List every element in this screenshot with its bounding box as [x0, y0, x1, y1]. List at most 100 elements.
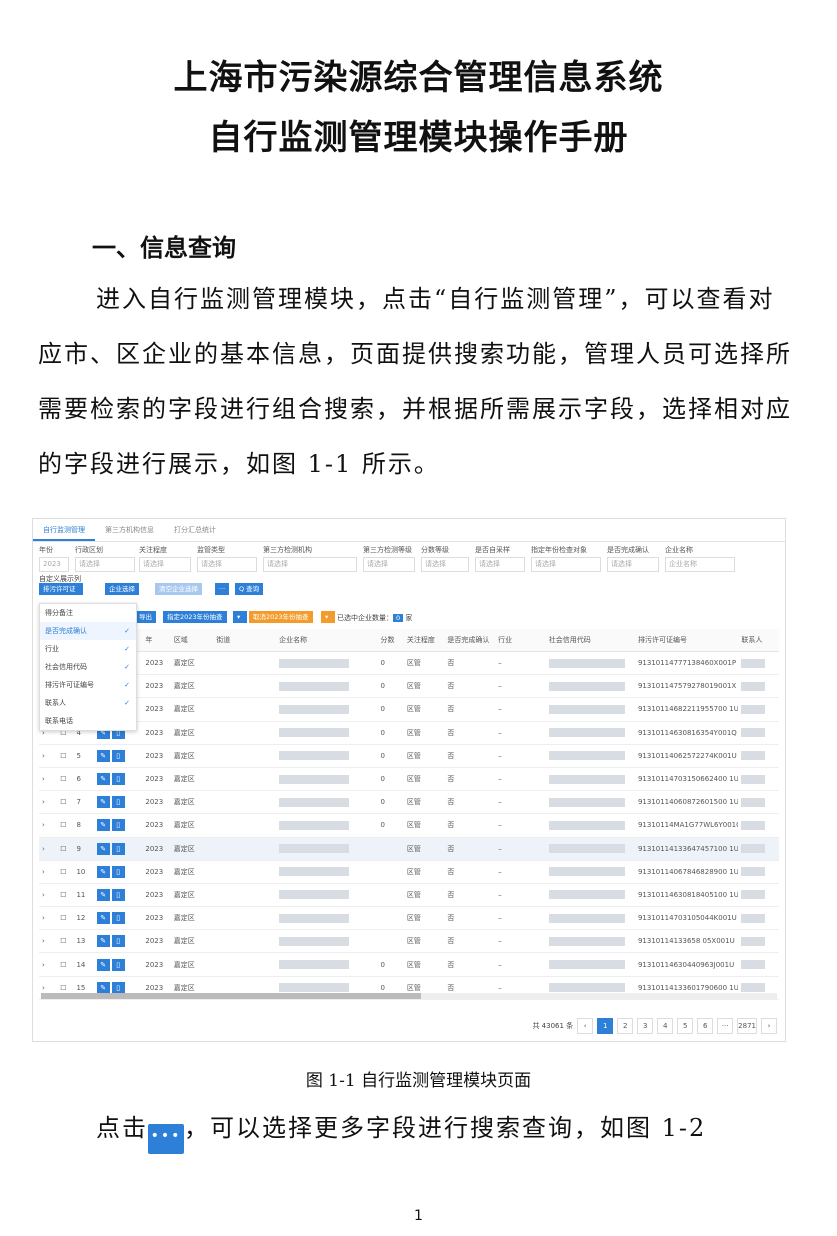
expand-icon[interactable]: ›	[39, 813, 58, 838]
company-select-button[interactable]: 企业选择	[105, 583, 139, 595]
document-icon[interactable]: ▯	[111, 796, 125, 809]
table-row[interactable]: › ☐ 6 ✎ ▯ 2023 嘉定区 0 区管否 – 91310114703150662400 1U	[39, 767, 779, 792]
table-row[interactable]: › ☐ 14 ✎ ▯ 2023 嘉定区 0 区管否 – 91310114630440963J001U	[39, 952, 779, 977]
row-checkbox[interactable]: ☐	[57, 813, 74, 838]
page-button[interactable]: 2871	[737, 1018, 757, 1034]
expand-icon[interactable]: ›	[39, 883, 58, 908]
query-button[interactable]: Q 查询	[235, 583, 264, 595]
row-checkbox[interactable]: ☐	[57, 906, 74, 931]
page-button[interactable]: 1	[597, 1018, 614, 1034]
table-row[interactable]: › ☐ 5 ✎ ▯ 2023 嘉定区 0 区管否 – 91310114062572274K001U	[39, 744, 779, 768]
table-row[interactable]: › ☐ 13 ✎ ▯ 2023 嘉定区 区管否 – 91310114133658 05X001U	[39, 929, 779, 954]
table-row[interactable]: › ☐ 7 ✎ ▯ 2023 嘉定区 0 区管否 – 91310114060872601500 1U	[39, 790, 779, 815]
table-row[interactable]: › ☐ 8 ✎ ▯ 2023 嘉定区 0 区管否 – 91310114MA1G77WL6Y001Q	[39, 813, 779, 838]
filter-select[interactable]: 2023	[39, 557, 69, 572]
filter-select[interactable]: 请选择	[139, 557, 191, 572]
edit-icon[interactable]: ✎	[96, 796, 110, 809]
filter-select[interactable]: 请选择	[607, 557, 659, 572]
expand-icon[interactable]: ›	[39, 952, 58, 977]
column-option[interactable]: 得分备注	[40, 604, 136, 622]
more-fields-button[interactable]: ···	[215, 583, 230, 595]
filter-select[interactable]: 请选择	[75, 557, 135, 572]
clear-company-button[interactable]: 清空企业选择	[155, 583, 202, 595]
table-row[interactable]: › ☐ 9 ✎ ▯ 2023 嘉定区 区管否 – 91310114133647457100 1U	[39, 837, 779, 861]
tab-1[interactable]: 自行监测管理	[33, 519, 95, 541]
table-row[interactable]: › ☐ 4 ✎ ▯ 2023 嘉定区 0 区管否 –91310114630816354Y001Q	[39, 721, 779, 745]
expand-icon[interactable]: ›	[39, 929, 58, 954]
document-icon[interactable]: ▯	[111, 842, 125, 855]
expand-icon[interactable]: ›	[39, 767, 58, 792]
document-icon[interactable]: ▯	[111, 773, 125, 786]
document-icon[interactable]: ▯	[111, 958, 125, 971]
filter-select[interactable]: 请选择	[531, 557, 601, 572]
document-icon[interactable]: ▯	[111, 819, 125, 832]
row-checkbox[interactable]: ☐	[57, 929, 74, 954]
table-row[interactable]: › ☐ 10 ✎ ▯ 2023 嘉定区 区管否 – 91310114067846828900 1U	[39, 860, 779, 884]
column-option[interactable]: 排污许可证编号 ✓	[40, 676, 136, 694]
document-icon[interactable]: ▯	[111, 912, 125, 925]
page-button[interactable]: 5	[677, 1018, 694, 1034]
edit-icon[interactable]: ✎	[96, 865, 110, 878]
edit-icon[interactable]: ✎	[96, 958, 110, 971]
document-icon[interactable]: ▯	[111, 935, 125, 948]
assign-dropdown-button[interactable]: ▾	[233, 611, 247, 623]
table-row[interactable]: ›☐3✎▯2023嘉定区0区管否–91310114682211955700 1U	[39, 697, 779, 722]
table-row[interactable]: ›☐1✎▯2023嘉定区0区管否–91310114777138460X001P	[39, 651, 779, 676]
table-row[interactable]: › ☐ 12 ✎ ▯ 2023 嘉定区 区管否 – 91310114703105044K001U	[39, 906, 779, 931]
assign-sampling-button[interactable]: 指定2023年份抽查	[163, 611, 227, 623]
page-button[interactable]: 3	[637, 1018, 654, 1034]
filter-select[interactable]: 请选择	[197, 557, 257, 572]
expand-icon[interactable]: ›	[39, 906, 58, 931]
column-option[interactable]: 联系电话	[40, 712, 136, 730]
tab-3[interactable]: 打分汇总统计	[164, 519, 226, 541]
tab-2[interactable]: 第三方机构信息	[95, 519, 164, 541]
page-button[interactable]: ···	[717, 1018, 734, 1034]
row-number: 7	[73, 790, 94, 815]
row-checkbox[interactable]: ☐	[57, 837, 74, 861]
page-button[interactable]: 2	[617, 1018, 634, 1034]
page-button[interactable]: 4	[657, 1018, 674, 1034]
edit-icon[interactable]: ✎	[96, 912, 110, 925]
cancel-dropdown-button[interactable]: ▾	[321, 611, 335, 623]
column-option[interactable]: 社会信用代码 ✓	[40, 658, 136, 676]
redacted-block	[279, 681, 350, 691]
edit-icon[interactable]: ✎	[96, 749, 110, 762]
row-checkbox[interactable]: ☐	[57, 883, 74, 908]
document-icon[interactable]: ▯	[111, 981, 125, 994]
edit-icon[interactable]: ✎	[96, 981, 110, 994]
cancel-sampling-button[interactable]: 取消2023年份抽查	[249, 611, 313, 623]
edit-icon[interactable]: ✎	[96, 842, 110, 855]
export-button[interactable]: 导出	[135, 611, 156, 623]
column-option[interactable]: 行业 ✓	[40, 640, 136, 658]
next-page-button[interactable]: ›	[761, 1018, 777, 1034]
filter-select[interactable]: 请选择	[421, 557, 469, 572]
row-checkbox[interactable]: ☐	[57, 952, 74, 977]
document-icon[interactable]: ▯	[111, 888, 125, 901]
column-option[interactable]: 是否完成确认 ✓	[40, 622, 136, 640]
row-checkbox[interactable]: ☐	[57, 744, 74, 768]
edit-icon[interactable]: ✎	[96, 888, 110, 901]
edit-icon[interactable]: ✎	[96, 819, 110, 832]
row-checkbox[interactable]: ☐	[57, 860, 74, 884]
filter-select[interactable]: 请选择	[363, 557, 415, 572]
row-checkbox[interactable]: ☐	[57, 767, 74, 792]
prev-page-button[interactable]: ‹	[577, 1018, 594, 1034]
custom-column-select[interactable]: 排污许可证编号	[39, 583, 83, 605]
expand-icon[interactable]: ›	[39, 790, 58, 815]
expand-icon[interactable]: ›	[39, 860, 58, 884]
expand-icon[interactable]: ›	[39, 744, 58, 768]
edit-icon[interactable]: ✎	[96, 773, 110, 786]
edit-icon[interactable]: ✎	[96, 935, 110, 948]
filter-select[interactable]: 请选择	[475, 557, 525, 572]
page-button[interactable]: 6	[697, 1018, 714, 1034]
column-option[interactable]: 联系人 ✓	[40, 694, 136, 712]
table-row[interactable]: ›☐2✎▯2023嘉定区0区管否–913101147579278019001X	[39, 674, 779, 699]
horizontal-scrollbar[interactable]	[41, 993, 777, 999]
document-icon[interactable]: ▯	[111, 749, 125, 762]
filter-select[interactable]: 企业名称	[665, 557, 735, 572]
filter-select[interactable]: 请选择	[263, 557, 357, 572]
document-icon[interactable]: ▯	[111, 865, 125, 878]
table-row[interactable]: › ☐ 11 ✎ ▯ 2023 嘉定区 区管否 – 91310114630818405100 1U	[39, 883, 779, 908]
row-checkbox[interactable]: ☐	[57, 790, 74, 815]
expand-icon[interactable]: ›	[39, 837, 58, 861]
